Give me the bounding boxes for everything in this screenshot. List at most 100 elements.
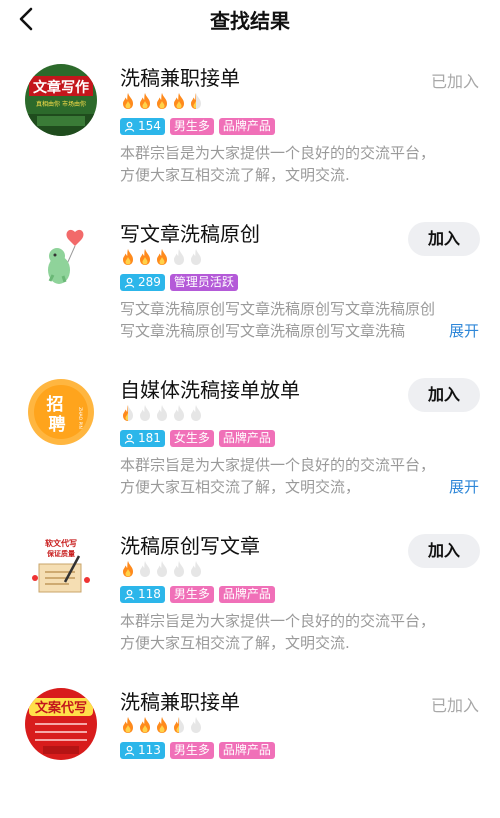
svg-text:软文代写: 软文代写 xyxy=(45,538,77,548)
tag-badge: 品牌产品 xyxy=(218,118,275,135)
group-avatar: 软文代写 保证质量 xyxy=(25,532,97,604)
flame-icon xyxy=(123,93,133,109)
svg-text:ZHAO PIN: ZHAO PIN xyxy=(77,407,83,429)
member-count-badge: 181 xyxy=(120,430,165,447)
flame-icon xyxy=(191,405,201,421)
flame-icon xyxy=(157,405,167,421)
activity-rating xyxy=(120,560,204,578)
member-count-badge: 289 xyxy=(120,274,165,291)
group-description: 写文章洗稿原创写文章洗稿原创写文章洗稿原创 写文章洗稿原创写文章洗稿原创写文章洗… xyxy=(120,300,436,340)
group-list-item[interactable]: 文案代写 洗稿兼职接单 113 男生多 品牌产品 已加入 xyxy=(0,662,500,818)
person-icon xyxy=(124,589,135,600)
join-button[interactable]: 加入 xyxy=(408,534,480,568)
member-count-badge: 118 xyxy=(120,586,165,603)
group-name: 洗稿原创写文章 xyxy=(120,534,260,558)
group-tags: 154 男生多 品牌产品 xyxy=(120,118,275,135)
tag-badge: 男生多 xyxy=(169,742,214,759)
article-writing-logo-icon: 文章写作 真相由你 市场由你 xyxy=(25,64,97,136)
member-count-badge: 154 xyxy=(120,118,165,135)
group-avatar xyxy=(25,220,97,292)
person-icon xyxy=(124,121,135,132)
tag-badge: 男生多 xyxy=(169,586,214,603)
tag-badge: 管理员活跃 xyxy=(169,274,238,291)
flame-icon xyxy=(157,561,167,577)
group-list-item[interactable]: 软文代写 保证质量 洗稿原创写文章 118 男生多 品牌产品 本群宗旨是为大家提… xyxy=(0,506,500,662)
activity-rating xyxy=(120,92,204,110)
group-result-list: 文章写作 真相由你 市场由你 洗稿兼职接单 154 男生多 品牌产品 本群宗旨是… xyxy=(0,38,500,818)
flame-icon xyxy=(191,249,201,265)
joined-status: 已加入 xyxy=(430,696,479,715)
svg-text:真相由你 市场由你: 真相由你 市场由你 xyxy=(36,100,86,108)
activity-rating xyxy=(120,716,204,734)
group-list-item[interactable]: 写文章洗稿原创 289 管理员活跃 写文章洗稿原创写文章洗稿原创写文章洗稿原创 … xyxy=(0,194,500,350)
flame-icon xyxy=(157,249,167,265)
group-description: 本群宗旨是为大家提供一个良好的的交流平台， 方便大家互相交流了解，文明交流. xyxy=(120,612,436,652)
person-icon xyxy=(124,745,135,756)
group-avatar: 文章写作 真相由你 市场由你 xyxy=(25,64,97,136)
dinosaur-balloon-logo-icon xyxy=(48,229,84,284)
group-description: 本群宗旨是为大家提供一个良好的的交流平台， 方便大家互相交流了解，文明交流. xyxy=(120,144,436,184)
activity-rating xyxy=(120,404,204,422)
group-tags: 181 女生多 品牌产品 xyxy=(120,430,275,447)
person-icon xyxy=(124,277,135,288)
flame-icon xyxy=(140,405,150,421)
group-tags: 289 管理员活跃 xyxy=(120,274,238,291)
page-title: 查找结果 xyxy=(210,9,290,33)
group-list-item[interactable]: 招 聘 ZHAO PIN 自媒体洗稿接单放单 181 女生多 品牌产品 本群宗旨… xyxy=(0,350,500,506)
group-tags: 113 男生多 品牌产品 xyxy=(120,742,275,759)
flame-icon xyxy=(157,717,167,733)
flame-icon xyxy=(174,717,184,733)
member-count: 113 xyxy=(138,743,161,757)
person-icon xyxy=(124,433,135,444)
group-name: 洗稿兼职接单 xyxy=(120,690,240,714)
flame-icon xyxy=(123,249,133,265)
tag-badge: 品牌产品 xyxy=(218,586,275,603)
join-button[interactable]: 加入 xyxy=(408,222,480,256)
expand-link[interactable]: 展开 xyxy=(424,476,479,498)
tag-badge: 品牌产品 xyxy=(218,430,275,447)
group-description: 本群宗旨是为大家提供一个良好的的交流平台， 方便大家互相交流了解，文明交流， xyxy=(120,456,436,496)
flame-icon xyxy=(174,249,184,265)
flame-icon xyxy=(140,93,150,109)
tag-badge: 品牌产品 xyxy=(218,742,275,759)
group-name: 自媒体洗稿接单放单 xyxy=(120,378,300,402)
member-count: 118 xyxy=(138,587,161,601)
expand-link[interactable]: 展开 xyxy=(424,320,479,342)
copy-service-logo-icon: 文案代写 xyxy=(25,688,97,760)
member-count: 289 xyxy=(138,275,161,289)
flame-icon xyxy=(174,405,184,421)
member-count-badge: 113 xyxy=(120,742,165,759)
flame-icon xyxy=(123,717,133,733)
flame-icon xyxy=(191,93,201,109)
joined-status: 已加入 xyxy=(430,72,479,91)
activity-rating xyxy=(120,248,204,266)
member-count: 181 xyxy=(138,431,161,445)
flame-icon xyxy=(123,561,133,577)
member-count: 154 xyxy=(138,119,161,133)
svg-text:保证质量: 保证质量 xyxy=(46,549,75,558)
svg-text:文案代写: 文案代写 xyxy=(35,700,87,716)
group-name: 写文章洗稿原创 xyxy=(120,222,260,246)
recruiting-badge-logo-icon: 招 聘 ZHAO PIN xyxy=(28,379,94,445)
top-bar: 查找结果 xyxy=(0,0,500,38)
flame-icon xyxy=(174,561,184,577)
flame-icon xyxy=(191,561,201,577)
tag-badge: 男生多 xyxy=(169,118,214,135)
flame-icon xyxy=(123,405,133,421)
flame-icon xyxy=(140,249,150,265)
flame-icon xyxy=(191,717,201,733)
tag-badge: 女生多 xyxy=(169,430,214,447)
group-avatar: 文案代写 xyxy=(25,688,97,760)
flame-icon xyxy=(140,561,150,577)
group-name: 洗稿兼职接单 xyxy=(120,66,240,90)
svg-text:招: 招 xyxy=(47,394,64,415)
join-button[interactable]: 加入 xyxy=(408,378,480,412)
flame-icon xyxy=(140,717,150,733)
flame-icon xyxy=(157,93,167,109)
group-list-item[interactable]: 文章写作 真相由你 市场由你 洗稿兼职接单 154 男生多 品牌产品 本群宗旨是… xyxy=(0,38,500,194)
svg-text:聘: 聘 xyxy=(49,414,66,435)
flame-icon xyxy=(174,93,184,109)
copywriting-logo-icon: 软文代写 保证质量 xyxy=(32,538,90,593)
svg-text:文章写作: 文章写作 xyxy=(33,79,89,96)
group-tags: 118 男生多 品牌产品 xyxy=(120,586,275,603)
